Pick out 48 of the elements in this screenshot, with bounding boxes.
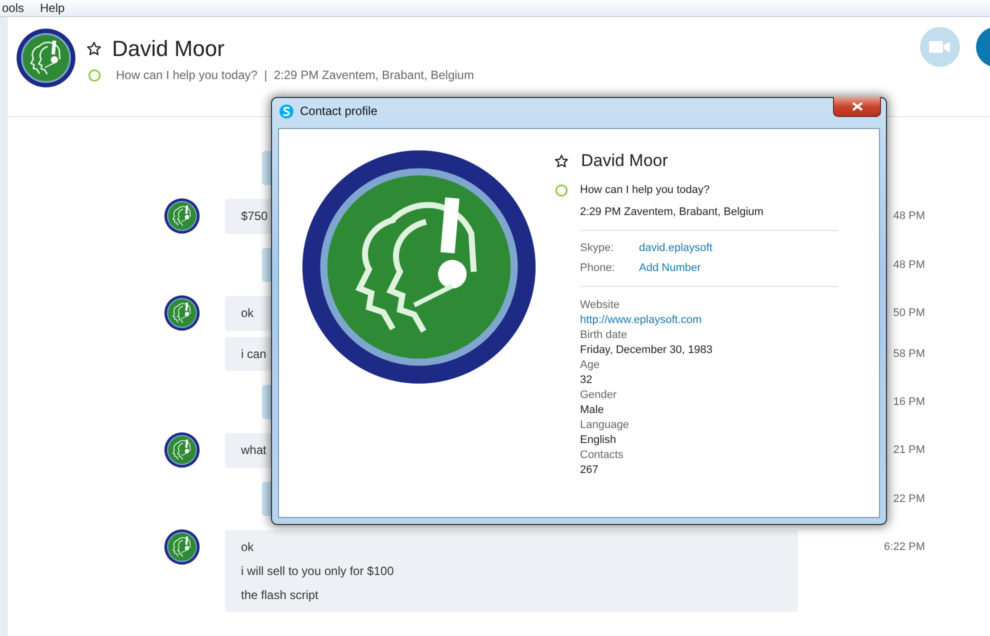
contact-avatar bbox=[16, 28, 76, 88]
field-link[interactable]: http://www.eplaysoft.com bbox=[580, 314, 702, 326]
field-label: Gender bbox=[580, 389, 617, 401]
message-text: what bbox=[241, 443, 266, 457]
field-label: Age bbox=[580, 359, 600, 371]
message-text: $750 bbox=[241, 209, 268, 223]
field-link[interactable]: david.eplaysoft bbox=[639, 238, 712, 258]
message-text: the flash script bbox=[241, 588, 318, 602]
close-button[interactable] bbox=[833, 97, 881, 117]
field-value: Friday, December 30, 1983 bbox=[580, 344, 712, 356]
message-time: 16 PM bbox=[893, 395, 925, 410]
field-label: Website bbox=[580, 299, 620, 311]
dialog-title: Contact profile bbox=[300, 103, 378, 120]
sender-avatar bbox=[164, 198, 200, 234]
video-camera-icon bbox=[929, 40, 951, 54]
message-time: 50 PM bbox=[893, 306, 925, 321]
message-text: i will sell to you only for $100 bbox=[241, 564, 394, 578]
app-icon bbox=[279, 104, 294, 119]
message-time: 48 PM bbox=[893, 209, 925, 224]
sender-avatar bbox=[164, 529, 200, 565]
field-value: Male bbox=[580, 404, 604, 416]
field-label: Contacts bbox=[580, 449, 624, 461]
message-time: 58 PM bbox=[893, 347, 925, 362]
mood-message: How can I help you today? bbox=[580, 183, 710, 198]
field-label: Phone: bbox=[580, 261, 616, 276]
sender-avatar bbox=[164, 295, 200, 331]
message-time: 22 PM bbox=[893, 492, 925, 507]
message-time: 21 PM bbox=[893, 443, 925, 458]
message-text: ok bbox=[241, 540, 254, 554]
field-value: 267 bbox=[580, 464, 598, 476]
menu-item[interactable]: ools bbox=[0, 0, 26, 16]
sender-avatar bbox=[164, 432, 200, 468]
field-label: Skype: bbox=[580, 241, 615, 256]
field-label: Language bbox=[580, 419, 629, 431]
local-time-location: 2:29 PM Zaventem, Brabant, Belgium bbox=[580, 206, 764, 218]
contact-name: David Moor bbox=[112, 35, 224, 63]
message-time: 6:22 PM bbox=[884, 540, 925, 555]
field-value: 32 bbox=[580, 374, 592, 386]
field-value: English bbox=[580, 434, 616, 446]
message-text: ok bbox=[241, 306, 254, 320]
message-time: 48 PM bbox=[893, 258, 925, 273]
contact-name: David Moor bbox=[581, 150, 668, 172]
status-line: How can I help you today? | 2:29 PM Zaventem, Brabant, Belgium bbox=[116, 67, 474, 84]
message-text: i can bbox=[241, 347, 266, 361]
field-label: Birth date bbox=[580, 329, 628, 341]
field-link[interactable]: Add Number bbox=[639, 258, 712, 278]
menu-item[interactable]: Help bbox=[38, 0, 67, 16]
close-icon bbox=[852, 102, 862, 111]
